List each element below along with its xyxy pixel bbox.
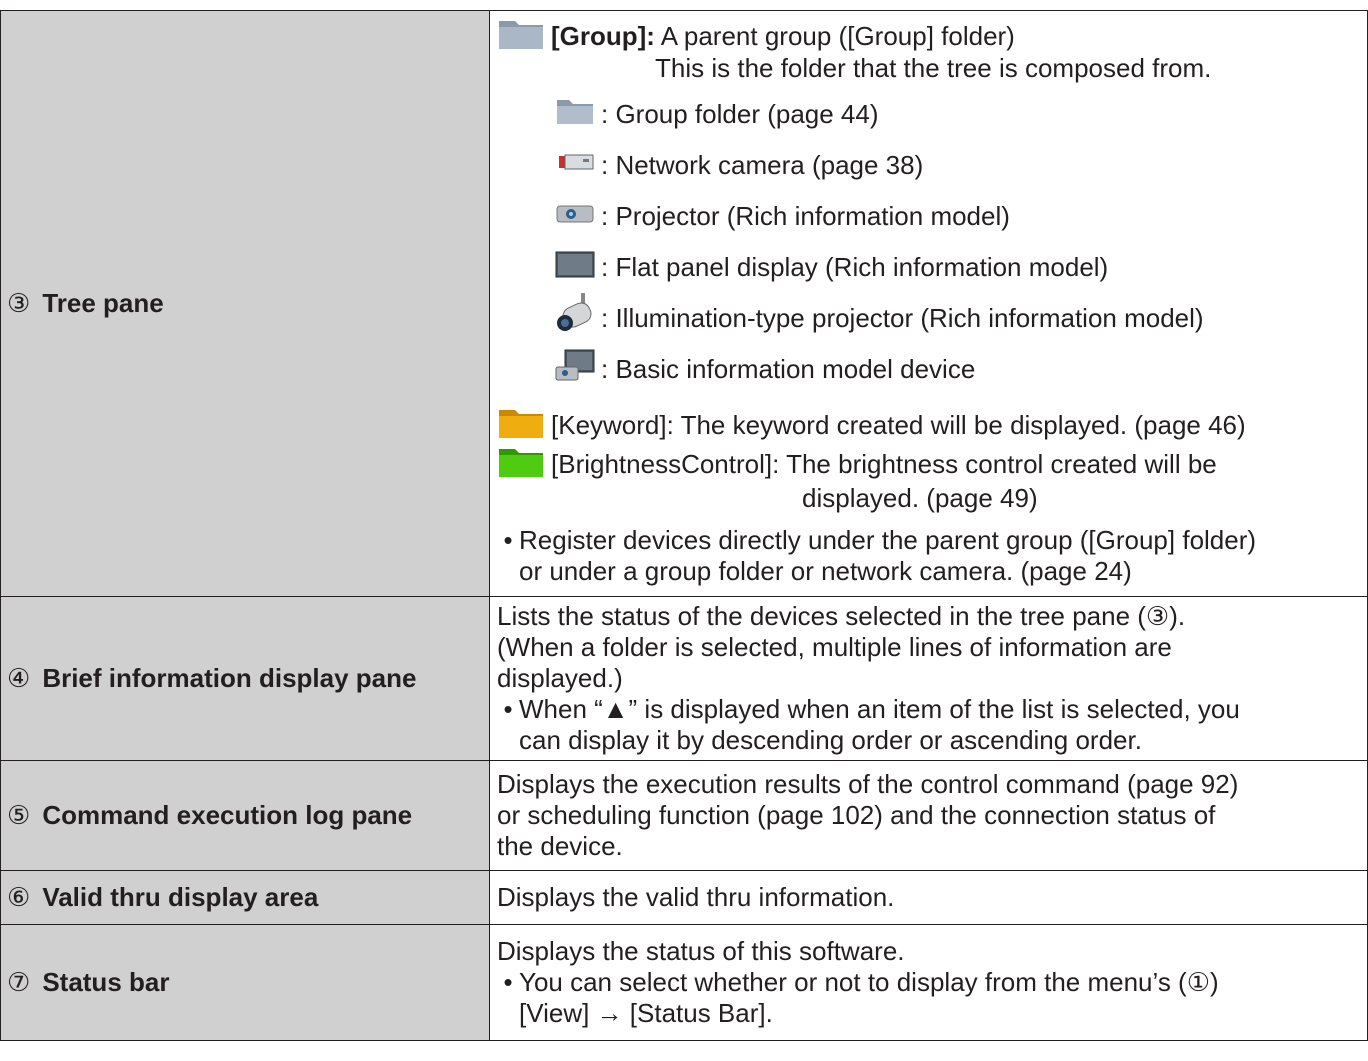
- row-description: Displays the status of this software. • …: [489, 924, 1368, 1041]
- list-item: : Illumination-type projector (Rich info…: [497, 293, 1367, 339]
- list-item: : Network camera (page 38): [497, 146, 1367, 186]
- row-description: [Group]: A parent group ([Group] folder)…: [489, 10, 1368, 597]
- brightness-line: [BrightnessControl]: The brightness cont…: [497, 447, 1367, 483]
- row-label: ⑤ Command execution log pane: [0, 760, 490, 871]
- row-description: Displays the valid thru information.: [489, 870, 1368, 925]
- bullet-item: • You can select whether or not to displ…: [503, 967, 1219, 997]
- table-row: ⑦ Status bar Displays the status of this …: [0, 924, 1368, 1041]
- list-item: : Flat panel display (Rich information m…: [497, 248, 1367, 288]
- group-folder-icon: [497, 15, 545, 58]
- flat-panel-display-icon: [555, 249, 595, 286]
- group-line: [Group]: A parent group ([Group] folder): [497, 21, 1367, 53]
- folder-icon: [555, 96, 595, 133]
- description-table: ③ Tree pane [Group]: A parent group ([Gro…: [0, 10, 1368, 1041]
- brightness-folder-icon: [497, 443, 545, 486]
- keyword-line: [Keyword]: The keyword created will be d…: [497, 408, 1367, 444]
- list-item: : Group folder (page 44): [497, 95, 1367, 135]
- list-item: : Projector (Rich information model): [497, 197, 1367, 237]
- bullet-item: • When “▲” is displayed when an item of …: [503, 694, 1240, 724]
- list-item: : Basic information model device: [497, 349, 1367, 390]
- bullet-item: • Register devices directly under the pa…: [503, 524, 1257, 555]
- table-row: ⑥ Valid thru display area Displays the va…: [0, 870, 1368, 925]
- projector-icon: [555, 198, 595, 235]
- row-label: ④ Brief information display pane: [0, 596, 490, 761]
- keyword-folder-icon: [497, 404, 545, 447]
- network-camera-icon: [555, 147, 595, 184]
- table-row: ⑤ Command execution log pane Displays the…: [0, 760, 1368, 871]
- row-label: ③ Tree pane: [0, 10, 490, 597]
- row-label: ⑦ Status bar: [0, 924, 490, 1041]
- row-description: Displays the execution results of the co…: [489, 760, 1368, 871]
- row-description: Lists the status of the devices selected…: [489, 596, 1368, 761]
- row-label: ⑥ Valid thru display area: [0, 870, 490, 925]
- table-row: ④ Brief information display pane Lists th…: [0, 596, 1368, 761]
- illumination-projector-icon: [555, 293, 595, 344]
- table-row: ③ Tree pane [Group]: A parent group ([Gro…: [0, 10, 1368, 597]
- basic-device-icon: [555, 349, 595, 390]
